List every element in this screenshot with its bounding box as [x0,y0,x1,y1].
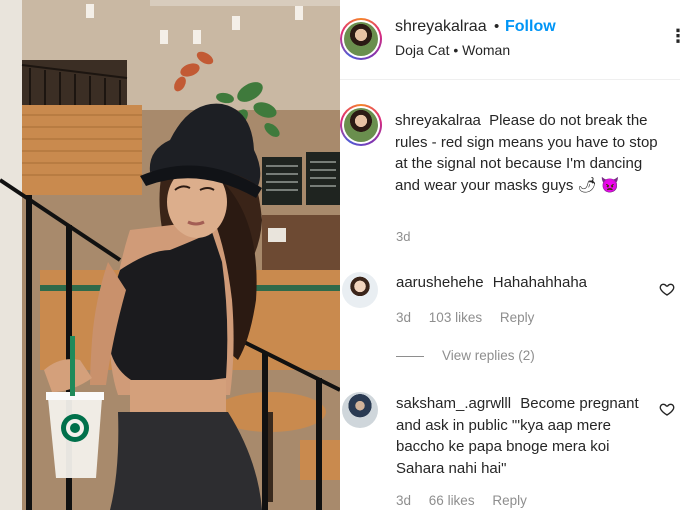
reply-button[interactable]: Reply [492,493,527,508]
commenter-avatar[interactable] [342,272,378,308]
divider [396,355,424,357]
like-comment-heart-icon[interactable] [659,401,675,417]
caption-username[interactable]: shreyakalraa [395,112,481,129]
post-caption: shreyakalraa Please do not break the rul… [395,110,670,196]
author-avatar[interactable] [340,18,382,60]
view-replies-button[interactable]: View replies (2) [396,348,535,363]
commenter-avatar[interactable] [342,392,378,428]
reply-button[interactable]: Reply [500,310,535,325]
follow-button[interactable]: Follow [505,18,556,36]
comment-text: Hahahahhaha [492,274,588,291]
comment-username[interactable]: saksham_.agrwlll [396,395,511,412]
comment-username[interactable]: aarushehehe [396,274,484,291]
more-options-icon[interactable]: ⋮ [669,26,680,47]
audio-and-tag[interactable]: Doja Cat • Woman [395,42,510,58]
comment-timestamp[interactable]: 3d [396,310,411,325]
post-side-panel: shreyakalraa • Follow Doja Cat • Woman ⋮… [340,0,680,510]
caption-timestamp[interactable]: 3d [396,229,410,244]
comment-meta: 3d 103 likes Reply [396,310,548,325]
comment-meta: 3d 66 likes Reply [396,493,541,508]
separator-dot: • [494,18,500,35]
comment-likes[interactable]: 66 likes [429,493,475,508]
view-replies-label[interactable]: View replies (2) [442,348,535,363]
like-comment-heart-icon[interactable] [659,281,675,297]
post-header: shreyakalraa • Follow Doja Cat • Woman ⋮ [340,0,680,80]
author-username[interactable]: shreyakalraa [395,18,487,36]
comment-likes[interactable]: 103 likes [429,310,482,325]
comment-timestamp[interactable]: 3d [396,493,411,508]
post-photo[interactable] [0,0,340,510]
comment: saksham_.agrwlll Become pregnant and ask… [396,393,646,479]
comment: aarushehehe Hahahahhaha [396,272,646,294]
caption-author-avatar[interactable] [340,104,382,146]
